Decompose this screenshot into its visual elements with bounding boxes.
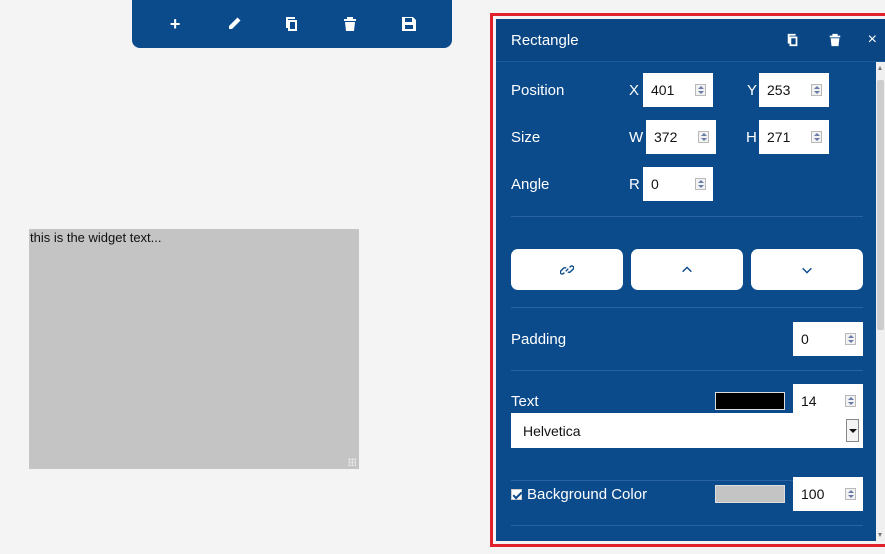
link-icon — [560, 264, 574, 275]
h-label: H — [746, 129, 757, 146]
divider — [511, 216, 863, 217]
y-value: 253 — [767, 82, 791, 98]
spinner-icon[interactable] — [845, 395, 856, 407]
text-label: Text — [511, 393, 539, 410]
panel-scrollbar[interactable] — [876, 62, 885, 541]
trash-icon — [344, 17, 357, 31]
copy-icon — [285, 17, 297, 31]
copy-icon — [787, 33, 798, 47]
divider — [511, 307, 863, 308]
background-color-checkbox[interactable] — [511, 489, 522, 500]
r-value: 0 — [651, 176, 659, 192]
r-input[interactable]: 0 — [643, 167, 713, 201]
w-value: 372 — [654, 129, 678, 145]
position-label: Position — [511, 82, 565, 99]
save-button[interactable] — [395, 10, 423, 38]
w-input[interactable]: 372 — [646, 120, 716, 154]
scroll-down-icon[interactable] — [878, 533, 882, 537]
padding-input[interactable]: 0 — [793, 322, 863, 356]
y-label: Y — [747, 82, 758, 99]
background-opacity-value: 100 — [801, 486, 825, 502]
resize-grip-icon[interactable] — [348, 458, 356, 466]
y-input[interactable]: 253 — [759, 73, 829, 107]
h-value: 271 — [767, 129, 791, 145]
plus-icon: + — [169, 14, 181, 34]
panel-delete-button[interactable] — [824, 29, 846, 51]
background-opacity-input[interactable]: 100 — [793, 477, 863, 511]
panel-header: Rectangle × — [496, 19, 885, 62]
spinner-icon[interactable] — [695, 84, 706, 96]
chevron-up-icon — [682, 265, 692, 272]
background-color-swatch[interactable] — [715, 485, 785, 503]
spinner-icon[interactable] — [845, 333, 856, 345]
scrollbar-thumb[interactable] — [877, 80, 884, 330]
text-color-swatch[interactable] — [715, 392, 785, 410]
h-input[interactable]: 271 — [759, 120, 829, 154]
trash-icon — [829, 33, 840, 47]
copy-button[interactable] — [278, 10, 306, 38]
widget-text: this is the widget text... — [30, 230, 162, 245]
chevron-down-icon — [802, 267, 812, 274]
spinner-icon[interactable] — [811, 84, 822, 96]
move-down-button[interactable] — [751, 249, 863, 290]
size-label: Size — [511, 129, 541, 146]
edit-button[interactable] — [220, 10, 248, 38]
scroll-up-icon[interactable] — [878, 66, 882, 70]
divider — [511, 370, 863, 371]
divider — [511, 525, 863, 526]
rectangle-widget[interactable]: this is the widget text... — [29, 229, 359, 469]
top-toolbar: + — [132, 0, 452, 48]
padding-value: 0 — [801, 331, 809, 347]
save-icon — [401, 17, 416, 31]
spinner-icon[interactable] — [695, 178, 706, 190]
w-label: W — [629, 129, 644, 146]
background-color-label: Background Color — [527, 486, 648, 503]
x-label: X — [629, 82, 640, 99]
font-family-value: Helvetica — [523, 422, 581, 439]
panel-title: Rectangle — [511, 31, 579, 49]
x-value: 401 — [651, 82, 675, 98]
link-button[interactable] — [511, 249, 623, 290]
duplicate-button[interactable] — [782, 29, 804, 51]
spinner-icon[interactable] — [845, 488, 856, 500]
close-icon[interactable]: × — [868, 31, 877, 49]
pencil-icon — [228, 17, 241, 29]
spinner-icon[interactable] — [811, 131, 822, 143]
add-button[interactable]: + — [161, 10, 189, 38]
dropdown-arrow-icon[interactable] — [846, 419, 859, 442]
properties-panel: Rectangle × Position X 401 Y 253 Size W … — [496, 19, 885, 541]
font-family-select[interactable]: Helvetica — [511, 413, 863, 448]
angle-label: Angle — [511, 176, 550, 193]
r-label: R — [629, 176, 640, 193]
text-size-value: 14 — [801, 393, 817, 409]
x-input[interactable]: 401 — [643, 73, 713, 107]
move-up-button[interactable] — [631, 249, 743, 290]
delete-button[interactable] — [336, 10, 364, 38]
padding-label: Padding — [511, 331, 567, 348]
spinner-icon[interactable] — [698, 131, 709, 143]
